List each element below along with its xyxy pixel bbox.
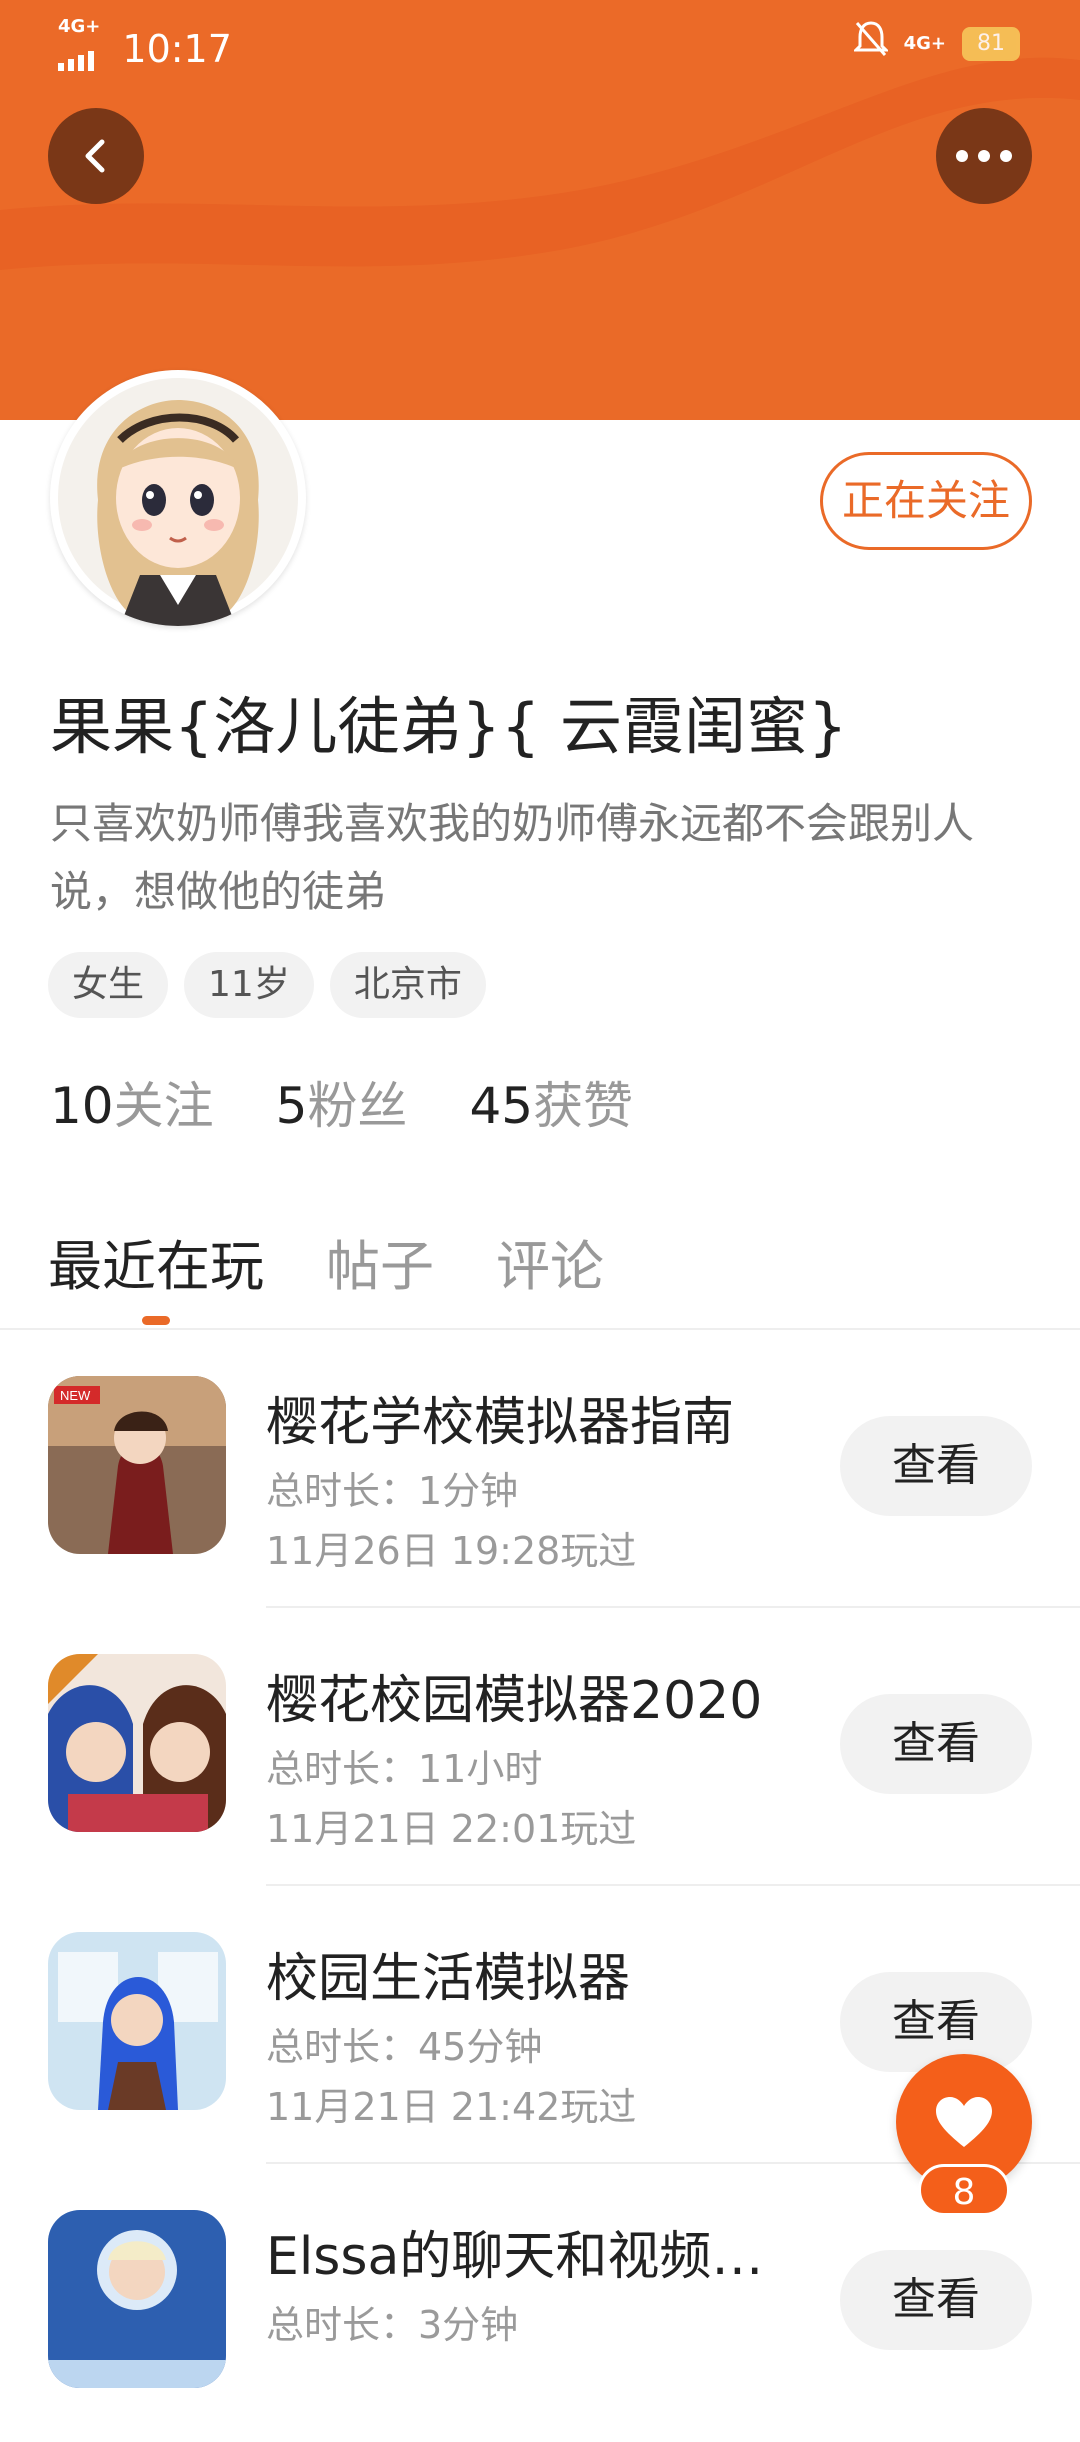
game-duration: 总时长：11小时 <box>266 1747 543 1791</box>
profile-bio: 只喜欢奶师傅我喜欢我的奶师傅永远都不会跟别人说，想做他的徒弟 <box>50 799 975 916</box>
status-bar: 4G+ 10:17 4G+ 81 <box>0 0 1080 90</box>
heart-icon <box>936 2097 992 2147</box>
view-button[interactable]: 查看 <box>840 1416 1032 1516</box>
stat-followers[interactable]: 5粉丝 <box>276 1066 408 1138</box>
game-title: Elssa的聊天和视频… <box>266 2227 764 2287</box>
more-button[interactable] <box>936 108 1032 204</box>
svg-text:NEW: NEW <box>60 1388 91 1403</box>
status-time: 10:17 <box>122 27 232 71</box>
tab-recently-played[interactable]: 最近在玩 <box>48 1222 264 1301</box>
profile-name: 果果{洛儿徒弟}{ 云霞闺蜜} <box>50 690 848 763</box>
signal-icon: 4G+ <box>58 18 110 80</box>
back-button[interactable] <box>48 108 144 204</box>
more-dots-icon <box>956 150 1012 162</box>
tag-age: 11岁 <box>184 952 314 1018</box>
game-item[interactable]: 樱花校园模拟器2020 总时长：11小时 11月21日 22:01玩过 查看 <box>0 1608 1080 1886</box>
game-icon <box>48 1654 226 1832</box>
recent-games-list: NEW 樱花学校模拟器指南 总时长：1分钟 11月26日 19:28玩过 查看 … <box>0 1330 1080 2442</box>
game-title: 樱花校园模拟器2020 <box>266 1671 763 1731</box>
tab-comments[interactable]: 评论 <box>496 1222 604 1301</box>
view-button[interactable]: 查看 <box>840 1694 1032 1794</box>
game-last-played: 11月26日 19:28玩过 <box>266 1529 637 1573</box>
game-last-played: 11月21日 22:01玩过 <box>266 1807 637 1851</box>
game-duration: 总时长：3分钟 <box>266 2303 519 2347</box>
profile-tags: 女生 11岁 北京市 <box>48 952 486 1018</box>
game-item[interactable]: NEW 樱花学校模拟器指南 总时长：1分钟 11月26日 19:28玩过 查看 <box>0 1330 1080 1608</box>
profile-stats: 10关注 5粉丝 45获赞 <box>50 1066 633 1138</box>
stat-likes[interactable]: 45获赞 <box>469 1066 633 1138</box>
game-icon <box>48 1932 226 2110</box>
tag-location: 北京市 <box>329 952 486 1018</box>
view-button[interactable]: 查看 <box>840 1972 1032 2072</box>
following-button[interactable]: 正在关注 <box>820 452 1032 550</box>
network-icon: 4G+ <box>903 33 946 54</box>
avatar[interactable] <box>50 370 306 626</box>
mute-bell-icon <box>851 20 890 67</box>
game-item[interactable]: Elssa的聊天和视频… 总时长：3分钟 查看 <box>0 2164 1080 2442</box>
game-duration: 总时长：45分钟 <box>266 2025 543 2069</box>
game-duration: 总时长：1分钟 <box>266 1469 519 1513</box>
profile-tabs: 最近在玩 帖子 评论 <box>48 1222 604 1301</box>
game-last-played: 11月21日 21:42玩过 <box>266 2085 637 2129</box>
battery-icon: 81 <box>962 26 1020 61</box>
game-icon <box>48 2210 226 2388</box>
game-icon: NEW <box>48 1376 226 1554</box>
game-title: 樱花学校模拟器指南 <box>266 1393 735 1453</box>
avatar-illustration <box>58 378 298 626</box>
like-count-badge: 8 <box>918 2164 1010 2216</box>
stat-following[interactable]: 10关注 <box>50 1066 214 1138</box>
view-button[interactable]: 查看 <box>840 2250 1032 2350</box>
chevron-left-icon <box>85 139 105 173</box>
game-title: 校园生活模拟器 <box>266 1949 631 2009</box>
tab-posts[interactable]: 帖子 <box>326 1222 434 1301</box>
tag-gender: 女生 <box>48 952 169 1018</box>
tab-active-indicator <box>142 1316 170 1325</box>
